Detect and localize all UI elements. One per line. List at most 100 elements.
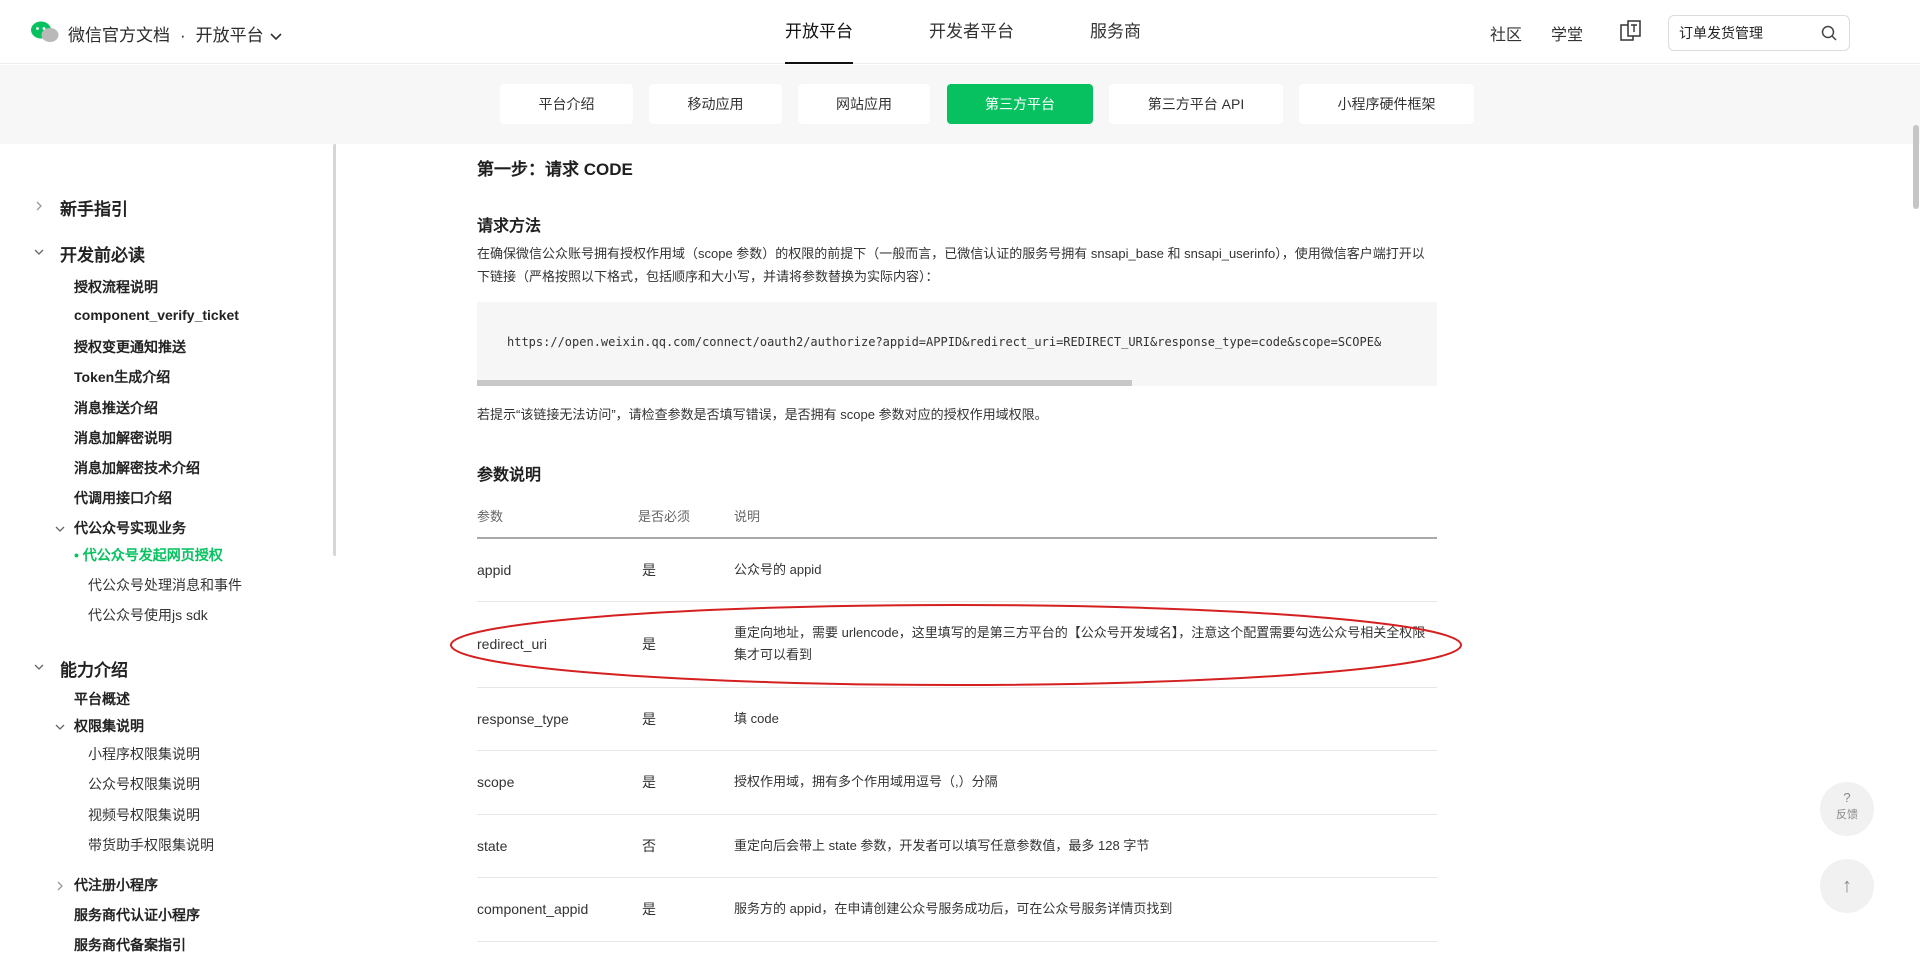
- table-row: redirect_uri 是 重定向地址，需要 urlencode，这里填写的是…: [477, 601, 1437, 688]
- tab-website-app[interactable]: 网站应用: [798, 84, 930, 124]
- tab-third-party-api[interactable]: 第三方平台 API: [1109, 84, 1283, 124]
- sidebar-item-msg-crypto[interactable]: 消息加解密说明: [74, 428, 172, 448]
- brand-title: 微信官方文档: [68, 26, 170, 45]
- chevron-down-icon[interactable]: [270, 32, 282, 41]
- code-scrollbar[interactable]: [477, 380, 1132, 386]
- param-desc: 填 code: [734, 687, 1437, 751]
- sidebar-item-msg-crypto-tech[interactable]: 消息加解密技术介绍: [74, 458, 200, 478]
- sidebar-item-web-auth-label: 代公众号发起网页授权: [82, 547, 223, 563]
- sidebar-item-platform-overview[interactable]: 平台概述: [74, 689, 130, 709]
- table-row: scope 是 授权作用域，拥有多个作用域用逗号（,）分隔: [477, 750, 1437, 815]
- param-required: 否: [638, 814, 734, 878]
- param-desc: 服务方的 appid，在申请创建公众号服务成功后，可在公众号服务详情页找到: [734, 877, 1437, 942]
- chevron-down-icon[interactable]: [34, 662, 44, 672]
- right-links: 社区 学堂: [1490, 21, 1612, 45]
- sidebar-item-web-auth-active[interactable]: • 代公众号发起网页授权: [74, 545, 223, 565]
- chevron-right-icon[interactable]: [34, 201, 44, 211]
- academy-link[interactable]: 学堂: [1551, 21, 1583, 45]
- arrow-up-icon: ↑: [1842, 875, 1852, 897]
- param-required: 是: [638, 877, 734, 942]
- sidebar-item-verify-miniprogram[interactable]: 服务商代认证小程序: [74, 905, 200, 925]
- sidebar-item-permissions[interactable]: 权限集说明: [74, 716, 144, 736]
- param-required: 是: [638, 750, 734, 815]
- sidebar-item-official-perms[interactable]: 公众号权限集说明: [88, 774, 200, 794]
- chevron-down-icon[interactable]: [34, 247, 44, 257]
- table-row: component_appid 是 服务方的 appid，在申请创建公众号服务成…: [477, 877, 1437, 942]
- sidebar-item-getting-started[interactable]: 新手指引: [60, 195, 128, 220]
- sidebar-item-before-dev[interactable]: 开发前必读: [60, 241, 145, 266]
- top-nav: 开放平台 开发者平台 服务商: [785, 0, 1217, 64]
- search-box[interactable]: [1668, 15, 1850, 51]
- sidebar-item-proxy-official[interactable]: 代公众号实现业务: [74, 518, 186, 538]
- chevron-down-icon[interactable]: [55, 524, 65, 534]
- brand-separator: ·: [180, 26, 186, 45]
- table-row: response_type 是 填 code: [477, 687, 1437, 751]
- chevron-down-icon[interactable]: [55, 722, 65, 732]
- table-row: state 否 重定向后会带上 state 参数，开发者可以填写任意参数值，最多…: [477, 814, 1437, 878]
- code-url: https://open.weixin.qq.com/connect/oauth…: [507, 335, 1382, 349]
- params-title: 参数说明: [477, 467, 542, 484]
- translate-icon[interactable]: [1620, 20, 1642, 42]
- wechat-logo-icon[interactable]: [30, 20, 60, 44]
- sidebar-item-auth-change[interactable]: 授权变更通知推送: [74, 337, 186, 357]
- search-icon[interactable]: [1821, 25, 1837, 41]
- param-name: response_type: [477, 687, 638, 751]
- community-link[interactable]: 社区: [1490, 21, 1522, 45]
- top-nav-developer-platform[interactable]: 开发者平台: [929, 0, 1014, 64]
- main-content: 第一步：请求 CODE 请求方法 在确保微信公众账号拥有授权作用域（scope …: [340, 144, 1920, 953]
- sidebar-scrollbar[interactable]: [333, 144, 336, 556]
- top-nav-service-provider[interactable]: 服务商: [1090, 0, 1141, 64]
- sidebar-item-js-sdk[interactable]: 代公众号使用js sdk: [88, 605, 208, 625]
- method-title: 请求方法: [477, 218, 542, 235]
- brand[interactable]: 微信官方文档 · 开放平台: [68, 21, 282, 46]
- sidebar-item-capabilities[interactable]: 能力介绍: [60, 656, 128, 681]
- tab-mobile-app[interactable]: 移动应用: [649, 84, 782, 124]
- step-title: 第一步：请求 CODE: [477, 160, 633, 179]
- param-name: redirect_uri: [477, 601, 638, 688]
- code-block[interactable]: https://open.weixin.qq.com/connect/oauth…: [477, 302, 1437, 386]
- param-required: 是: [638, 538, 734, 602]
- header-required: 是否必须: [638, 493, 734, 539]
- sidebar-item-msg-push[interactable]: 消息推送介绍: [74, 398, 158, 418]
- param-desc: 重定向地址，需要 urlencode，这里填写的是第三方平台的【公众号开发域名】…: [734, 601, 1437, 688]
- sidebar-item-verify-ticket[interactable]: component_verify_ticket: [74, 307, 239, 323]
- sidebar-item-register-miniprogram[interactable]: 代注册小程序: [74, 875, 158, 895]
- question-icon: ?: [1843, 790, 1851, 805]
- feedback-label: 反馈: [1836, 809, 1858, 821]
- back-to-top-button[interactable]: ↑: [1820, 859, 1874, 913]
- param-required: 是: [638, 601, 734, 688]
- param-name: state: [477, 814, 638, 878]
- top-bar: 微信官方文档 · 开放平台 开放平台 开发者平台 服务商 社区 学堂: [0, 0, 1920, 64]
- tab-third-party-platform[interactable]: 第三方平台: [947, 84, 1093, 124]
- sidebar-item-auth-flow[interactable]: 授权流程说明: [74, 277, 158, 297]
- params-table: 参数 是否必须 说明 appid 是 公众号的 appid redirect_u…: [477, 493, 1437, 942]
- sidebar-item-filing-guide[interactable]: 服务商代备案指引: [74, 935, 186, 953]
- param-required: 是: [638, 687, 734, 751]
- top-nav-open-platform[interactable]: 开放平台: [785, 0, 853, 64]
- table-header-row: 参数 是否必须 说明: [477, 493, 1437, 539]
- param-name: scope: [477, 750, 638, 815]
- param-desc: 公众号的 appid: [734, 538, 1437, 602]
- hint-text: 若提示“该链接无法访问”，请检查参数是否填写错误，是否拥有 scope 参数对应…: [477, 407, 1048, 422]
- sidebar-item-channels-perms[interactable]: 视频号权限集说明: [88, 805, 200, 825]
- sidebar-item-miniprogram-perms[interactable]: 小程序权限集说明: [88, 744, 200, 764]
- param-name: appid: [477, 538, 638, 602]
- sidebar-item-msg-events[interactable]: 代公众号处理消息和事件: [88, 575, 242, 595]
- sidebar-item-proxy-api[interactable]: 代调用接口介绍: [74, 488, 172, 508]
- sidebar-item-sales-perms[interactable]: 带货助手权限集说明: [88, 835, 214, 855]
- header-param: 参数: [477, 493, 638, 539]
- table-row: appid 是 公众号的 appid: [477, 538, 1437, 602]
- platform-dropdown-label[interactable]: 开放平台: [196, 26, 264, 45]
- chevron-right-icon[interactable]: [55, 881, 65, 891]
- tab-mini-program-hardware[interactable]: 小程序硬件框架: [1299, 84, 1474, 124]
- param-desc: 重定向后会带上 state 参数，开发者可以填写任意参数值，最多 128 字节: [734, 814, 1437, 878]
- param-desc: 授权作用域，拥有多个作用域用逗号（,）分隔: [734, 750, 1437, 815]
- search-input[interactable]: [1669, 16, 1809, 50]
- tab-platform-intro[interactable]: 平台介绍: [500, 84, 633, 124]
- param-name: component_appid: [477, 877, 638, 942]
- feedback-button[interactable]: ? 反馈: [1820, 782, 1874, 836]
- sidebar-item-token[interactable]: Token生成介绍: [74, 367, 170, 387]
- active-bullet: •: [74, 547, 83, 563]
- method-text: 在确保微信公众账号拥有授权作用域（scope 参数）的权限的前提下（一般而言，已…: [477, 246, 1425, 284]
- page-scrollbar[interactable]: [1913, 125, 1919, 209]
